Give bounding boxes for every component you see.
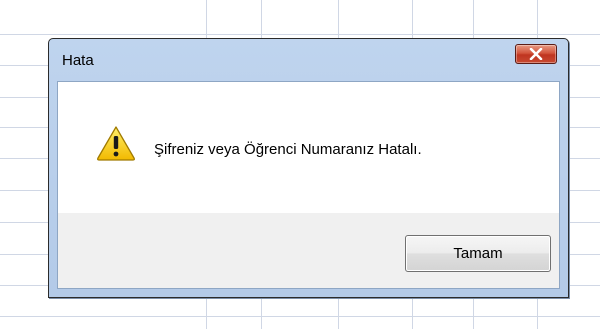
ok-button[interactable]: Tamam: [405, 235, 551, 272]
dialog-message-area: Şifreniz veya Öğrenci Numaranız Hatalı.: [58, 82, 559, 213]
error-message: Şifreniz veya Öğrenci Numaranız Hatalı.: [154, 141, 422, 158]
warning-icon: [97, 126, 135, 161]
dialog-title-bar[interactable]: Hata: [49, 39, 568, 81]
error-dialog: Hata Şifreniz veya Öğrenci Numaranız Hat…: [48, 38, 569, 298]
dialog-title: Hata: [62, 52, 94, 69]
close-button[interactable]: [515, 44, 557, 64]
close-icon: [529, 48, 543, 60]
dialog-client-area: Şifreniz veya Öğrenci Numaranız Hatalı. …: [57, 81, 560, 289]
